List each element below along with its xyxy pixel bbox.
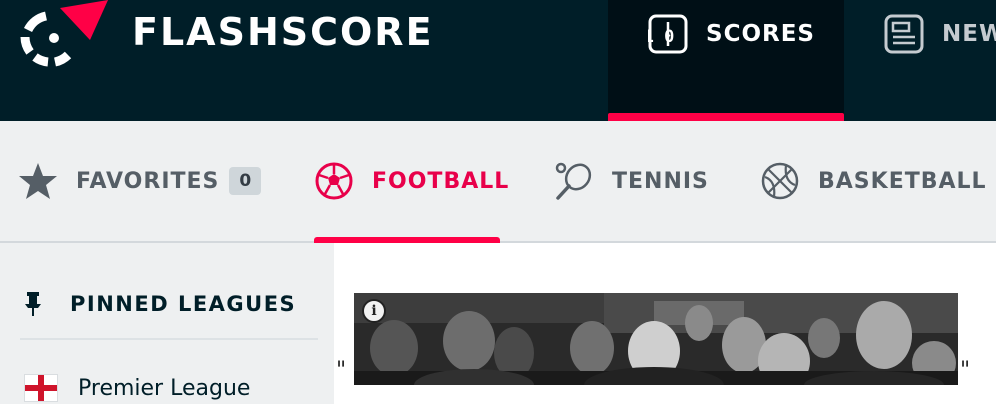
- nav-tab-news[interactable]: NEW: [884, 0, 996, 121]
- ad-quote-open: ": [336, 358, 347, 383]
- pin-icon: [25, 292, 41, 316]
- flashscore-logo[interactable]: FLASHSCORE: [20, 0, 432, 70]
- sport-tab-basketball-label: BASKETBALL: [818, 168, 987, 194]
- flashscore-logo-icon: [20, 0, 108, 67]
- league-label: Premier League: [78, 375, 251, 401]
- sport-tab-tennis-label: TENNIS: [612, 168, 709, 194]
- sport-tab-tennis[interactable]: TENNIS: [554, 121, 709, 241]
- sport-tab-football[interactable]: FOOTBALL: [314, 121, 510, 243]
- tennis-racket-icon: [555, 162, 592, 200]
- sport-tab-football-label: FOOTBALL: [372, 168, 510, 194]
- pinned-leagues-header: PINNED LEAGUES: [24, 291, 296, 317]
- sport-tab-basketball[interactable]: BASKETBALL: [760, 121, 987, 241]
- news-icon: [884, 14, 924, 54]
- england-flag-icon: [24, 374, 58, 402]
- ad-quote-close: ": [960, 358, 971, 383]
- soccer-ball-icon: [315, 162, 353, 200]
- sport-menu: FAVORITES 0 FOOTBALL TENNIS BASKETBALL: [0, 121, 996, 243]
- sport-tab-favorites-label: FAVORITES: [76, 168, 220, 194]
- sport-tab-favorites[interactable]: FAVORITES 0: [18, 121, 262, 241]
- ad-info-icon[interactable]: i: [362, 299, 386, 323]
- top-header: FLASHSCORE 1 0 SCORES NEW: [0, 0, 996, 121]
- scoreboard-icon-home: 1 0: [648, 27, 674, 47]
- pinned-divider: [20, 338, 318, 340]
- nav-tab-scores[interactable]: 1 0 SCORES: [608, 0, 844, 121]
- nav-active-indicator: [608, 113, 844, 121]
- nav-tab-news-label: NEW: [942, 21, 996, 47]
- left-sidebar: PINNED LEAGUES Premier League: [0, 243, 334, 404]
- basketball-icon: [761, 162, 799, 200]
- star-icon: [19, 163, 57, 199]
- favorites-count-badge: 0: [229, 167, 262, 195]
- logo-text: FLASHSCORE: [132, 10, 434, 54]
- pinned-leagues-title: PINNED LEAGUES: [70, 292, 297, 316]
- nav-tab-scores-label: SCORES: [706, 21, 815, 47]
- ad-photo: [354, 293, 958, 385]
- scoreboard-icon: 1 0: [648, 14, 688, 54]
- main-content: " i ": [334, 243, 996, 404]
- league-item-premier-league[interactable]: Premier League: [24, 374, 250, 402]
- advertisement-banner[interactable]: i: [354, 293, 958, 385]
